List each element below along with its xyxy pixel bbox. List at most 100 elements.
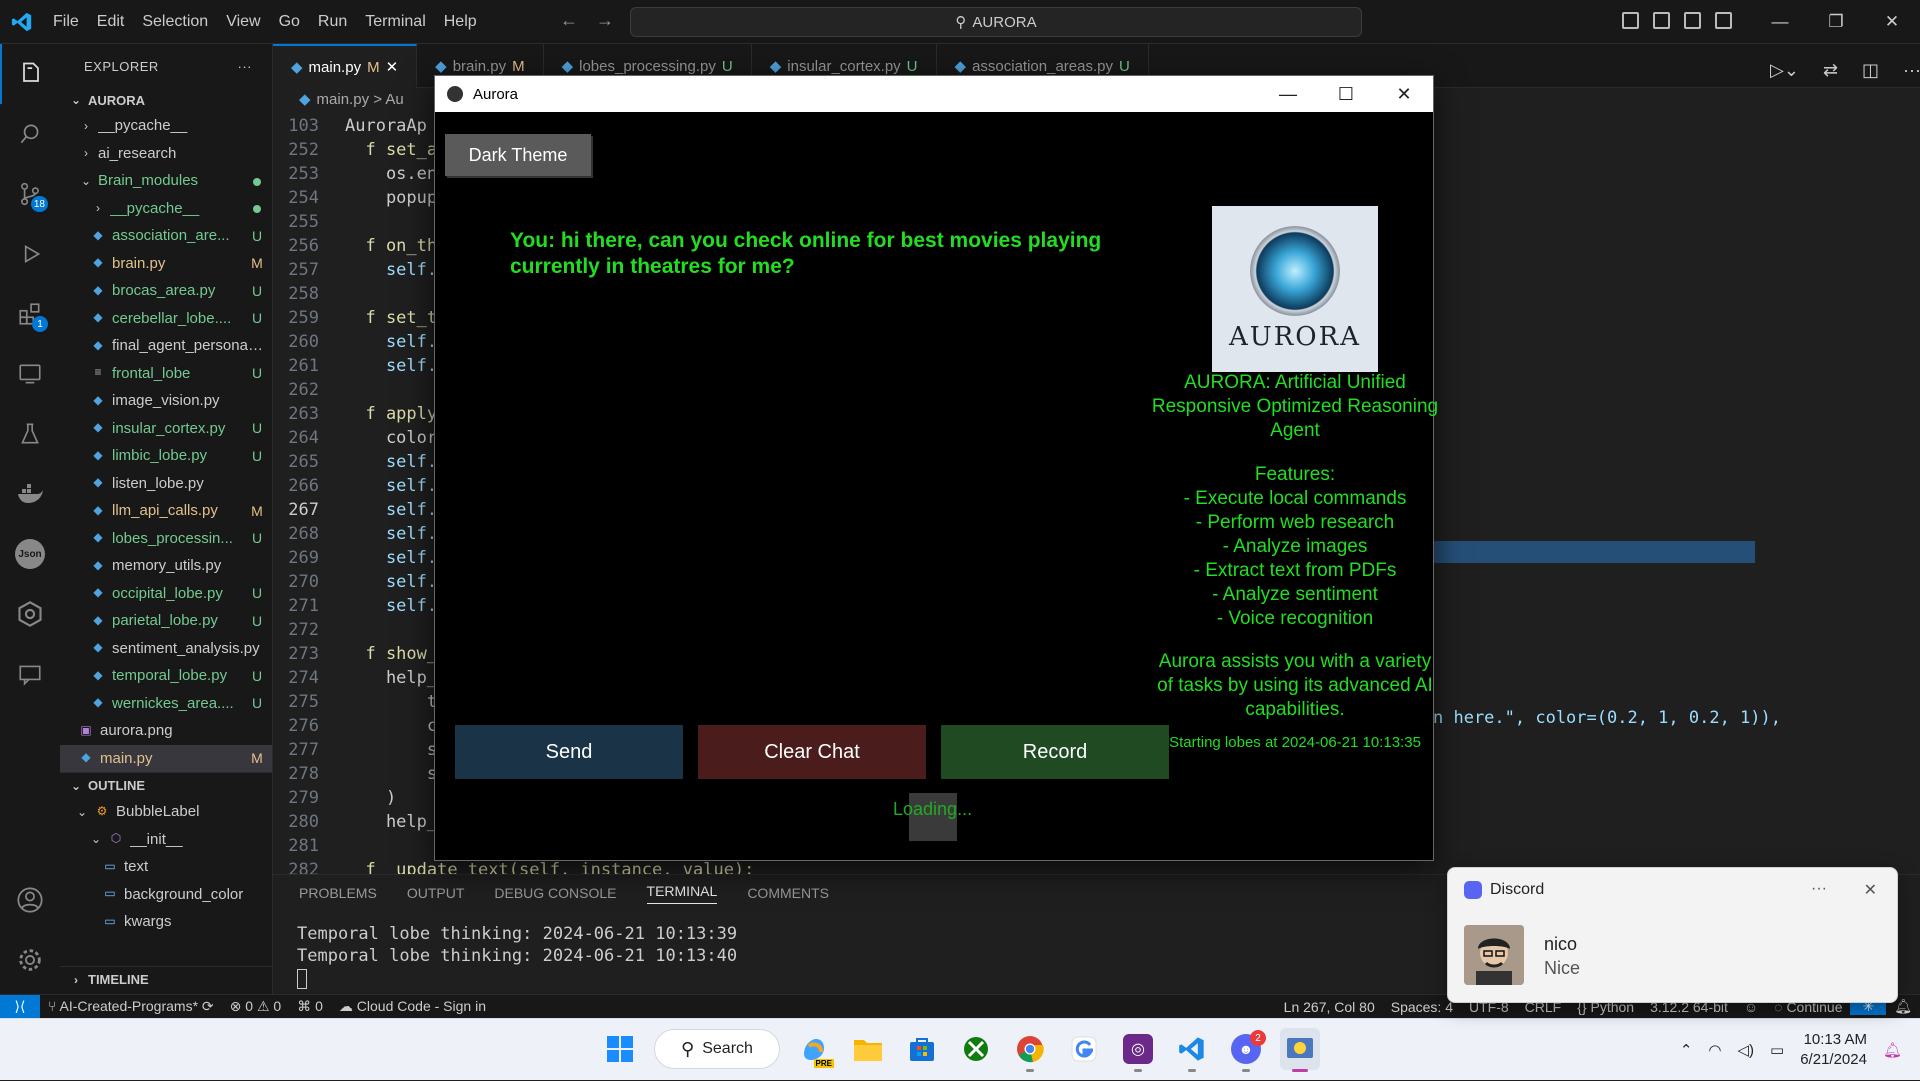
- customize-layout-icon[interactable]: [1715, 12, 1732, 29]
- toggle-sidebar-icon[interactable]: [1622, 12, 1639, 29]
- aurora-maximize-button[interactable]: ☐: [1317, 76, 1375, 112]
- testing-flask-icon[interactable]: [0, 404, 60, 464]
- taskbar-search[interactable]: ⚲ Search: [654, 1029, 780, 1069]
- outline-item[interactable]: ⌄ ⬡ __init__: [60, 826, 272, 854]
- tree-item[interactable]: ⌄ Brain_modules: [60, 167, 272, 195]
- discord-notification[interactable]: Discord ··· ✕ nico Nice: [1447, 867, 1898, 1003]
- ports-status[interactable]: ⌘ 0: [289, 998, 331, 1015]
- close-button[interactable]: ✕: [1864, 12, 1920, 32]
- menu-terminal[interactable]: Terminal: [356, 13, 434, 31]
- run-debug-icon[interactable]: [0, 224, 60, 284]
- tree-item[interactable]: ◆ lobes_processin... U: [60, 525, 272, 553]
- branch-status[interactable]: ⑂ AI-Created-Programs* ⟳: [40, 998, 222, 1015]
- cursor-position[interactable]: Ln 267, Col 80: [1276, 999, 1383, 1015]
- outline-item[interactable]: ▭ kwargs: [60, 908, 272, 936]
- tree-item[interactable]: ◆ cerebellar_lobe.... U: [60, 305, 272, 333]
- aurora-minimize-button[interactable]: —: [1259, 76, 1317, 112]
- cloud-code-status[interactable]: ☁ Cloud Code - Sign in: [331, 998, 494, 1015]
- windows-start-icon[interactable]: [600, 1028, 640, 1070]
- chrome-icon[interactable]: [1010, 1028, 1050, 1072]
- outline-item[interactable]: ▭ text: [60, 853, 272, 881]
- split-editor-icon[interactable]: ◫: [1862, 60, 1879, 81]
- record-button[interactable]: Record: [941, 725, 1169, 779]
- comments-icon[interactable]: [0, 644, 60, 704]
- tree-item[interactable]: ◆ occipital_lobe.py U: [60, 580, 272, 608]
- tree-item[interactable]: ◆ sentiment_analysis.py: [60, 635, 272, 663]
- source-control-icon[interactable]: 18: [0, 164, 60, 224]
- tree-item[interactable]: › __pycache__: [60, 195, 272, 223]
- clear-chat-button[interactable]: Clear Chat: [698, 725, 926, 779]
- send-button[interactable]: Send: [455, 725, 683, 779]
- panel-tab-terminal[interactable]: TERMINAL: [646, 883, 718, 904]
- workspace-root[interactable]: ⌄ AURORA: [60, 88, 272, 112]
- file-explorer-icon[interactable]: [848, 1028, 888, 1070]
- copilot-icon[interactable]: PRE: [794, 1028, 834, 1070]
- panel-tab-output[interactable]: OUTPUT: [407, 885, 465, 901]
- tree-item[interactable]: ◆ temporal_lobe.py U: [60, 662, 272, 690]
- volume-icon[interactable]: ◁): [1738, 1041, 1755, 1059]
- json-icon[interactable]: Json: [0, 524, 60, 584]
- tree-item[interactable]: ◆ association_are... U: [60, 222, 272, 250]
- menu-help[interactable]: Help: [435, 13, 486, 31]
- vscode-taskbar-icon[interactable]: [1172, 1028, 1212, 1072]
- xbox-icon[interactable]: [956, 1028, 996, 1070]
- outline-item[interactable]: ▭ background_color: [60, 881, 272, 909]
- battery-icon[interactable]: ▭: [1770, 1041, 1784, 1059]
- panel-tab-problems[interactable]: PROBLEMS: [299, 885, 377, 901]
- discord-taskbar-icon[interactable]: ☻ 2: [1226, 1028, 1266, 1072]
- problems-status[interactable]: ⊗ 0 ⚠ 0: [222, 998, 290, 1015]
- tree-item[interactable]: ◆ insular_cortex.py U: [60, 415, 272, 443]
- minimize-button[interactable]: —: [1752, 12, 1808, 32]
- tree-item[interactable]: ◆ parietal_lobe.py U: [60, 607, 272, 635]
- explorer-icon[interactable]: [0, 44, 60, 104]
- gear-icon[interactable]: [0, 930, 60, 990]
- python-app-icon[interactable]: [1280, 1028, 1320, 1072]
- clock[interactable]: 10:13 AM 6/21/2024: [1800, 1030, 1867, 1070]
- tree-item[interactable]: ◆ memory_utils.py: [60, 552, 272, 580]
- microsoft-store-icon[interactable]: [902, 1028, 942, 1070]
- tree-item[interactable]: ◆ limbic_lobe.py U: [60, 442, 272, 470]
- tree-item[interactable]: ◆ wernickes_area.... U: [60, 690, 272, 718]
- timeline-section[interactable]: › TIMELINE: [60, 966, 272, 992]
- tree-item[interactable]: ◆ brocas_area.py U: [60, 277, 272, 305]
- aurora-close-button[interactable]: ✕: [1375, 76, 1433, 112]
- notification-close-icon[interactable]: ✕: [1864, 880, 1877, 900]
- tree-item[interactable]: ◆ llm_api_calls.py M: [60, 497, 272, 525]
- notification-more-icon[interactable]: ···: [1811, 880, 1827, 898]
- toggle-secondary-sidebar-icon[interactable]: [1684, 12, 1701, 29]
- notification-bell-icon[interactable]: 🔔︎: [1883, 1041, 1902, 1059]
- tree-item[interactable]: › __pycache__: [60, 112, 272, 140]
- outline-section[interactable]: ⌄ OUTLINE: [60, 772, 272, 798]
- menu-file[interactable]: File: [44, 13, 88, 31]
- tree-item[interactable]: ◆ final_agent_persona.py: [60, 332, 272, 360]
- wifi-icon[interactable]: ◠: [1708, 1041, 1721, 1059]
- explorer-more-icon[interactable]: ···: [238, 59, 253, 74]
- tree-item[interactable]: ◆ image_vision.py: [60, 387, 272, 415]
- editor-tab[interactable]: ◆ main.py M ✕: [273, 44, 418, 88]
- dark-theme-button[interactable]: Dark Theme: [445, 134, 591, 176]
- menu-view[interactable]: View: [217, 13, 269, 31]
- extensions-icon[interactable]: 1: [0, 284, 60, 344]
- toggle-panel-icon[interactable]: [1653, 12, 1670, 29]
- tree-item[interactable]: ◆ brain.py M: [60, 250, 272, 278]
- tree-item[interactable]: ◆ listen_lobe.py: [60, 470, 272, 498]
- remote-indicator-icon[interactable]: ⟩⟨: [0, 994, 40, 1019]
- tree-item[interactable]: ◆ main.py M: [60, 744, 272, 772]
- restore-button[interactable]: ❐: [1808, 12, 1864, 32]
- outline-item[interactable]: ⌄ ⚙ BubbleLabel: [60, 798, 272, 826]
- chevron-up-icon[interactable]: ⌃: [1680, 1041, 1693, 1059]
- compare-changes-icon[interactable]: ⇄: [1823, 60, 1838, 81]
- menu-edit[interactable]: Edit: [88, 13, 134, 31]
- panel-tab-comments[interactable]: COMMENTS: [747, 885, 829, 901]
- tree-item[interactable]: › ai_research: [60, 140, 272, 168]
- remote-explorer-icon[interactable]: [0, 344, 60, 404]
- app-icon[interactable]: ◎: [1118, 1028, 1158, 1072]
- command-center-search[interactable]: ⚲ AURORA: [630, 7, 1362, 37]
- back-arrow-icon[interactable]: ←: [560, 10, 578, 31]
- more-actions-icon[interactable]: ···: [1903, 60, 1920, 81]
- panel-tab-debug-console[interactable]: DEBUG CONSOLE: [494, 885, 616, 901]
- menu-run[interactable]: Run: [309, 13, 356, 31]
- menu-selection[interactable]: Selection: [133, 13, 217, 31]
- account-icon[interactable]: [0, 870, 60, 930]
- google-app-icon[interactable]: [1064, 1028, 1104, 1070]
